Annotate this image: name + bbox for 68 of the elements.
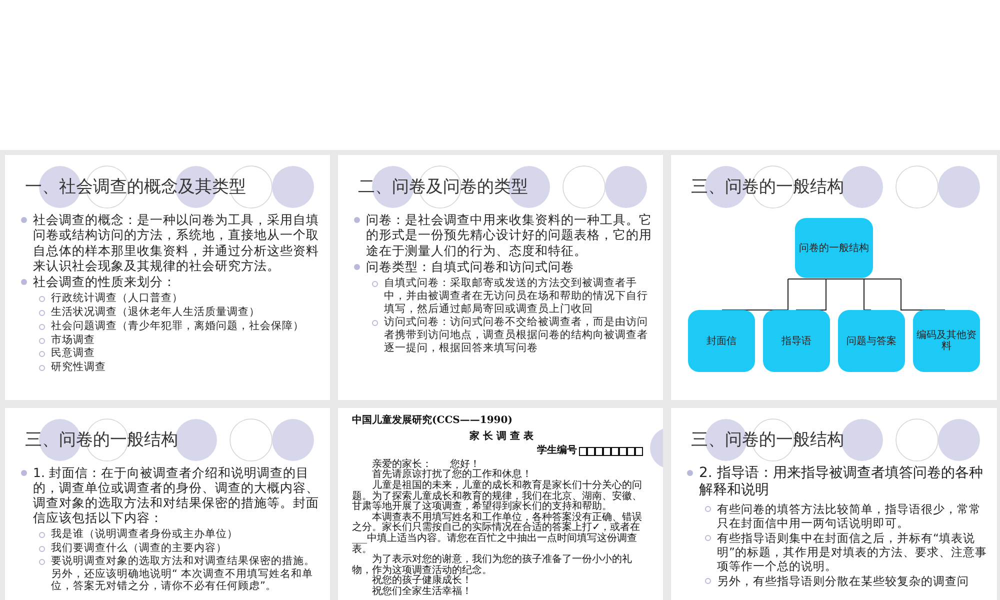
sub-bullet-text: 访问式问卷：访问式问卷不交给被调查者，而是由访问者携带到访问地点，调查员根据问卷的结构向被调查者逐一提问，根据回答来填写问卷 [384,316,649,355]
sub-bullet-icon [39,559,45,566]
bullet-text: 社会调查的概念：是一种以问卷为工具，采用自填问卷或结构访问的方法，系统地，直接地从一个取自总体的样本那里收集资料，并通过分析这些资料来认识社会现象及其规律的社会研究方法。 [33,212,320,273]
bullet-text: 社会调查的性质来划分： [33,274,176,290]
document-paragraph: 为了表示对您的谢意，我们为您的孩子准备了一份小小的礼物，作为这项调查活动的纪念。 [352,555,633,576]
slide-title: 一、社会调查的概念及其类型 [25,176,246,198]
slide-title: 二、问卷及问卷的类型 [358,176,528,198]
bullet-icon [21,470,27,476]
sub-bullet-icon [39,310,45,316]
document-paragraph: 儿童是祖国的未来，儿童的成长和教育是家长们十分关心的问题。为了探索儿童成长和教育的规律，我们在北京、湖南、安徽、甘肃等地开展了这项调查，希望得到家长们的支持和帮助。 [352,480,643,512]
bullet-icon [21,279,27,285]
greeting-text: 亲爱的家长： [372,460,432,470]
sub-bullet-text: 生活状况调查（退休老年人生活质量调查） [51,306,260,319]
bullet-text: 问卷：是社会调查中用来收集资料的一种工具。它的形式是一份预先精心设计好的问题表格，它的用途在于测量人们的行为、态度和特征。 [366,212,653,258]
sub-bullet-icon [39,532,45,538]
document-paragraph: 祝您的孩子健康成长！ [371,576,473,586]
sub-bullet-icon [39,338,45,344]
sub-bullet-icon [39,546,45,552]
chart-node: 封面信 [688,310,755,372]
slide-thumbnail[interactable] [338,408,663,600]
bullet-icon [354,264,360,270]
number-label: 学生编号 [537,446,577,457]
sub-bullet-text: 我是谁（说明调查者身份或主办单位） [51,528,238,541]
greeting-text: 您好！ [450,460,480,470]
sub-bullet-icon [372,281,378,287]
sub-bullet-text: 行政统计调查（人口普查） [51,292,183,306]
sub-bullet-icon [39,296,45,302]
sub-bullet-text: 有些问卷的填答方法比较简单，指导语很少，常常只在封面信中用一两句话说明即可。 [717,502,982,530]
document-header: 中国儿童发展研究(CCS——1990) [352,416,512,427]
sub-bullet-icon [705,506,711,512]
bullet-text: 1. 封面信：在于向被调查者介绍和说明调查的目的，调查单位或调查者的身份、调查的大概内容、调查对象的选取方法和对结果保密的措施等。封面信应该包括以下内容： [33,465,320,525]
sub-bullet-icon [705,578,711,584]
sub-bullet-icon [39,365,45,372]
chart-node: 编码及其他资料 [913,310,980,372]
sub-bullet-text: 社会问题调查（青少年犯罪，离婚问题，社会保障） [51,320,304,333]
sub-bullet-icon [39,351,45,358]
sub-bullet-icon [39,324,45,330]
bullet-text: 问卷类型：自填式问卷和访问式问卷 [366,258,574,274]
sub-bullet-text: 研究性调查 [51,361,106,374]
document-title: 家 长 调 查 表 [470,432,534,442]
sub-bullet-text: 另外，有些指导语则分散在某些较复杂的调查问 [717,574,969,588]
slide-thumbnail[interactable]: 一、社会调查的概念及其类型 社会调查的概念：是一种以问卷为工具，采用自填问卷或结构访问的方法，系统地，直接地从一个取自总体的样本那里收集资料，并通过分析这些资料来认识社会现象及其规律的社会研究方法。 社会调查的性质来划分： 行政统计调查（人口普查） 生活状况调查（退休老年人生活质量调查） 社会问题调查（青少年犯罪，离婚问题，社会保障） 市场调查 民意调查 研究性调查 [5,155,330,400]
document-paragraph: 本调查表不用填写姓名和工作单位，各种答案没有正确、错误之分。家长们只需按自己的实际情况在合适的答案上打✓，或者在___中填上适当内容。请您在百忙之中抽出一点时间填写这份调查表。 [352,512,643,555]
sub-bullet-icon [705,535,711,542]
slide-thumbnail[interactable]: 三、问卷的一般结构 2. 指导语：用来指导被调查者填答问卷的各种解释和说明 有些问卷的填答方法比较简单，指导语很少，常常只在封面信中用一两句话说明即可。 有些指导语则集中在封面信之后，并标有“填表说明”的标题，其作用是对填表的方法、要求、注意事项等作一个总的说明。 另外，有些指导语则分散在某些较复杂的调查问 [671,408,997,600]
slide-thumbnail[interactable] [338,155,663,400]
slide-thumbnail[interactable]: 三、问卷的一般结构 问卷的一般结构 封面信 指导语 问题与答案 编码及其他资料 [671,155,997,400]
bullet-icon [21,217,27,223]
chart-node: 问题与答案 [838,310,905,372]
sub-bullet-text: 自填式问卷：采取邮寄或发送的方法交到被调查者手中，并由被调查者在无访问员在场和帮助的情况下自行填写，然后通过邮局寄回或调查员上门收回 [384,277,649,316]
chart-node: 指导语 [763,310,830,372]
sub-bullet-text: 要说明调查对象的选取方法和对调查结果保密的措施。另外，还应该明确地说明“ 本次调查不用填写姓名和单位，答案无对错之分，请你不必有任何顾虑”。 [51,555,316,593]
bullet-icon [354,217,360,223]
bullet-text: 2. 指导语：用来指导被调查者填答问卷的各种解释和说明 [699,465,984,500]
slide-title: 三、问卷的一般结构 [691,176,844,198]
sub-bullet-text: 我们要调查什么（调查的主要内容） [51,542,227,554]
sub-bullet-icon [372,320,378,326]
sub-bullet-text: 市场调查 [51,334,95,346]
number-boxes-drawing [579,446,645,456]
slide-title: 三、问卷的一般结构 [25,429,178,451]
bullet-icon [687,470,693,476]
document-paragraph: 祝您们全家生活幸福！ [371,586,473,598]
sub-bullet-text: 有些指导语则集中在封面信之后，并标有“填表说明”的标题，其作用是对填表的方法、要求、注意事项等作一个总的说明。 [717,531,988,574]
slide-title: 三、问卷的一般结构 [691,429,844,451]
chart-node: 问卷的一般结构 [795,218,873,278]
sub-bullet-text: 民意调查 [51,347,95,360]
document-paragraph: 首先请原谅打扰了您的工作和休息！ [371,470,532,480]
slide-thumbnail[interactable]: 三、问卷的一般结构 1. 封面信：在于向被调查者介绍和说明调查的目的，调查单位或调查者的身份、调查的大概内容、调查对象的选取方法和对结果保密的措施等。封面信应该包括以下内容： 我是谁（说明调查者身份或主办单位） 我们要调查什么（调查的主要内容） 要说明调查对象的选取方法和对调查结果保密的措施。另外，还应该明确地说明“ 本次调查不用填写姓名和单位，答案无对错之分，请你不必有任何顾虑”。 [5,408,330,600]
